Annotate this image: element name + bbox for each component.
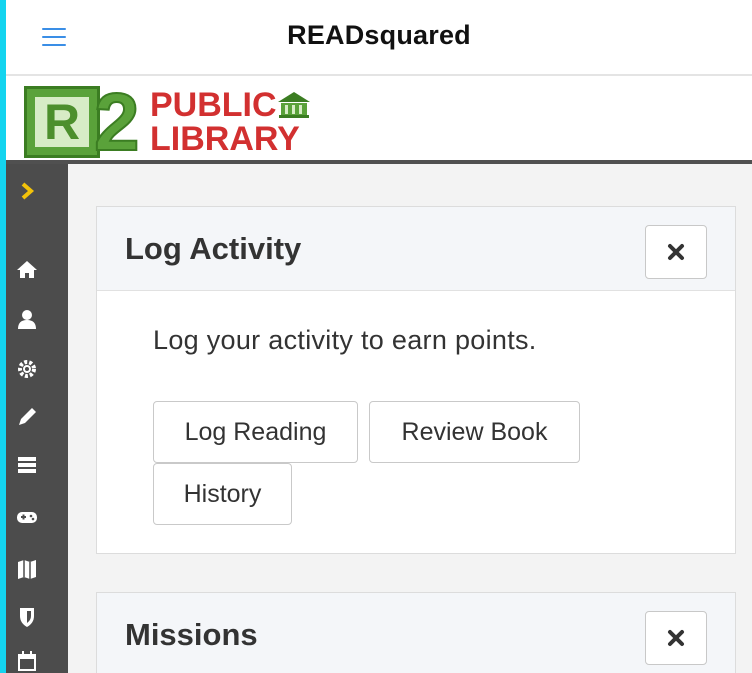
list-icon[interactable] xyxy=(14,454,40,476)
close-icon xyxy=(668,630,684,646)
history-button[interactable]: History xyxy=(153,463,292,525)
logo-r-letter: R xyxy=(35,97,89,147)
pencil-icon[interactable] xyxy=(14,406,40,428)
log-activity-title: Log Activity xyxy=(125,231,302,266)
missions-panel: Missions xyxy=(96,592,736,673)
library-building-icon xyxy=(278,92,310,118)
logo-banner: R 2 PUBLIC LIBRARY xyxy=(6,78,752,165)
app-title: READsquared xyxy=(287,20,471,50)
sidebar-nav xyxy=(6,164,68,673)
calendar-icon[interactable] xyxy=(14,650,40,672)
gamepad-icon[interactable] xyxy=(14,506,40,528)
gear-icon[interactable] xyxy=(14,358,40,380)
logo-two: 2 xyxy=(93,77,141,168)
shield-icon[interactable] xyxy=(14,606,40,628)
logo-library-text: LIBRARY xyxy=(150,120,300,158)
log-reading-button[interactable]: Log Reading xyxy=(153,401,358,463)
main-content: Log Activity Log your activity to earn p… xyxy=(68,164,752,673)
log-activity-panel: Log Activity Log your activity to earn p… xyxy=(96,206,736,554)
logo-public-text: PUBLIC xyxy=(150,86,277,124)
close-log-activity-button[interactable] xyxy=(645,225,707,279)
logo-r-block: R xyxy=(24,86,100,158)
missions-header: Missions xyxy=(97,593,735,673)
home-icon[interactable] xyxy=(14,258,40,280)
log-activity-header: Log Activity xyxy=(97,207,735,291)
r2-public-library-logo[interactable]: R 2 PUBLIC LIBRARY xyxy=(24,81,334,165)
close-icon xyxy=(668,244,684,260)
chevron-right-icon[interactable] xyxy=(14,180,40,202)
user-icon[interactable] xyxy=(14,308,40,330)
review-book-button[interactable]: Review Book xyxy=(369,401,580,463)
map-icon[interactable] xyxy=(14,558,40,580)
top-app-bar: READsquared xyxy=(6,0,752,76)
log-activity-description: Log your activity to earn points. xyxy=(153,325,537,355)
close-missions-button[interactable] xyxy=(645,611,707,665)
missions-title: Missions xyxy=(125,617,258,652)
